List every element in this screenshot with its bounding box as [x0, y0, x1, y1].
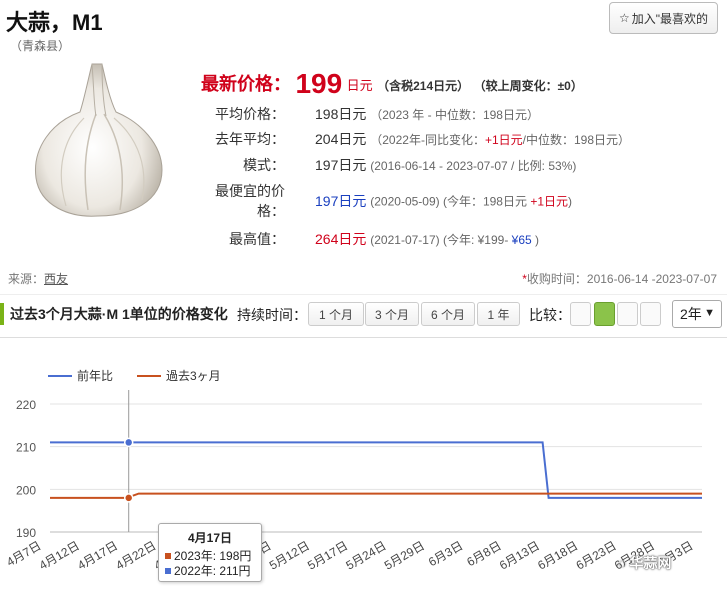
- add-favorite-button[interactable]: ☆ 加入"最喜欢的: [609, 2, 718, 34]
- x-tick-label: 5月29日: [382, 538, 427, 572]
- stat-mode-value: 197日元: [315, 157, 367, 173]
- source-label: 来源：: [8, 272, 45, 286]
- compare-option-1[interactable]: [570, 302, 591, 326]
- divider: [0, 294, 727, 295]
- stat-lowest-note: (2020-05-09) (今年：198日元 +1日元): [370, 194, 572, 209]
- stat-mode: 模式： 197日元 (2016-06-14 - 2023-07-07 / 比例: …: [200, 155, 576, 175]
- stat-average-label: 平均价格：: [215, 106, 285, 122]
- source-link[interactable]: 西友: [44, 272, 68, 286]
- compare-option-4[interactable]: [640, 302, 661, 326]
- x-tick-label: 6月8日: [464, 538, 503, 569]
- x-tick-label: 6月13日: [497, 538, 542, 572]
- garlic-image: [35, 63, 163, 217]
- x-tick-label: 5月17日: [305, 538, 350, 572]
- x-tick-label: 6月23日: [574, 538, 619, 572]
- stat-mode-label: 模式：: [243, 157, 285, 173]
- x-tick-label: 5月24日: [344, 538, 389, 572]
- tooltip-title: 4月17日: [187, 531, 233, 545]
- duration-1-month-button[interactable]: 1 个月: [308, 302, 364, 326]
- stat-average: 平均价格： 198日元 （2023 年 - 中位数：198日元）: [200, 104, 539, 124]
- tooltip-orange-dot: [165, 553, 171, 559]
- tooltip-blue-dot: [165, 568, 171, 574]
- y-tick-label: 220: [16, 398, 36, 412]
- watermark: ◌ 华蒜网: [618, 553, 671, 573]
- star-icon: ☆: [618, 11, 630, 25]
- compare-option-2[interactable]: [594, 302, 615, 326]
- x-tick-label: 6月18日: [535, 538, 580, 572]
- tooltip-row-2022: 2022年: 211円: [165, 564, 255, 579]
- legend-label-1: 過去3ヶ月: [166, 369, 221, 383]
- section-title: 过去3个月大蒜·M 1单位的价格变化: [0, 303, 228, 325]
- x-tick-label: 4月22日: [113, 538, 158, 572]
- stat-mode-note: (2016-06-14 - 2023-07-07 / 比例: 53%): [370, 159, 577, 173]
- page-subtitle: （青森县）: [10, 39, 71, 53]
- y-tick-label: 210: [16, 441, 36, 455]
- legend-label-0: 前年比: [77, 368, 113, 383]
- add-favorite-label: 加入"最喜欢的: [631, 11, 709, 26]
- stat-last-year-value: 204日元: [315, 131, 367, 147]
- x-tick-label: 4月17日: [75, 538, 120, 572]
- duration-1-year-button[interactable]: 1 年: [477, 302, 520, 326]
- latest-price: 最新价格： 199 日元 （含税214日元） （较上周变化：±0）: [201, 68, 583, 100]
- page-title: 大蒜，M1: [6, 10, 103, 35]
- duration-label: 持续时间：: [237, 307, 307, 323]
- stat-average-value: 198日元: [315, 106, 367, 122]
- duration-3-month-button[interactable]: 3 个月: [365, 302, 419, 326]
- period-text: 收购时间：2016-06-14 -2023-07-07: [526, 272, 717, 286]
- x-tick-label: 6月3日: [426, 538, 465, 569]
- y-tick-label: 190: [16, 526, 36, 540]
- latest-price-unit: 日元: [346, 78, 373, 93]
- x-tick-label: 5月12日: [267, 538, 312, 572]
- stat-highest: 最高值： 264日元 (2021-07-17) (今年: ¥199- ¥65 ): [200, 229, 539, 249]
- compare-option-3[interactable]: [617, 302, 638, 326]
- series-point-0: [123, 437, 134, 448]
- latest-price-value: 199: [295, 68, 343, 99]
- source: 来源：西友: [8, 270, 68, 287]
- page: 大蒜，M1 （青森县） ☆ 加入"最喜欢的 最新价格： 199 日元 （含税21…: [0, 0, 727, 595]
- chevron-down-icon: ▼: [704, 307, 715, 319]
- latest-price-label: 最新价格：: [201, 74, 291, 94]
- stat-highest-note: (2021-07-17) (今年: ¥199- ¥65 ): [370, 233, 540, 247]
- duration-6-month-button[interactable]: 6 个月: [421, 302, 475, 326]
- range-select-value: 2年: [680, 306, 702, 322]
- stat-last-year-note: （2022年-同比变化：+1日元/中位数：198日元）: [370, 133, 630, 147]
- range-select[interactable]: 2年 ▼: [672, 300, 722, 328]
- series-point-1: [123, 493, 134, 503]
- stat-average-note: （2023 年 - 中位数：198日元）: [370, 108, 539, 122]
- wechat-icon: ◌: [618, 555, 627, 571]
- compare-label: 比较：: [529, 307, 571, 323]
- latest-price-tax: （含税214日元）: [377, 79, 470, 93]
- tooltip-row-2023: 2023年: 198円: [165, 549, 255, 564]
- x-tick-label: 4月7日: [4, 538, 43, 569]
- stat-highest-value: 264日元: [315, 231, 367, 247]
- stat-highest-label: 最高值：: [229, 231, 285, 247]
- stat-lowest: 最便宜的价 格： 197日元 (2020-05-09) (今年：198日元 +1日元…: [200, 181, 572, 221]
- latest-price-weekly-change: （较上周变化：±0）: [473, 79, 583, 93]
- x-tick-label: 4月12日: [37, 538, 82, 572]
- acquisition-period: *收购时间：2016-06-14 -2023-07-07: [522, 270, 717, 287]
- stat-lowest-label: 最便宜的价 格：: [215, 183, 285, 219]
- chart-tooltip: 4月17日 2023年: 198円 2022年: 211円: [158, 523, 262, 582]
- stat-last-year: 去年平均： 204日元 （2022年-同比变化：+1日元/中位数：198日元）: [200, 129, 630, 149]
- y-tick-label: 200: [16, 483, 36, 497]
- stat-lowest-value: 197日元: [315, 193, 367, 209]
- watermark-text: 华蒜网: [629, 555, 672, 571]
- stat-last-year-label: 去年平均：: [215, 131, 285, 147]
